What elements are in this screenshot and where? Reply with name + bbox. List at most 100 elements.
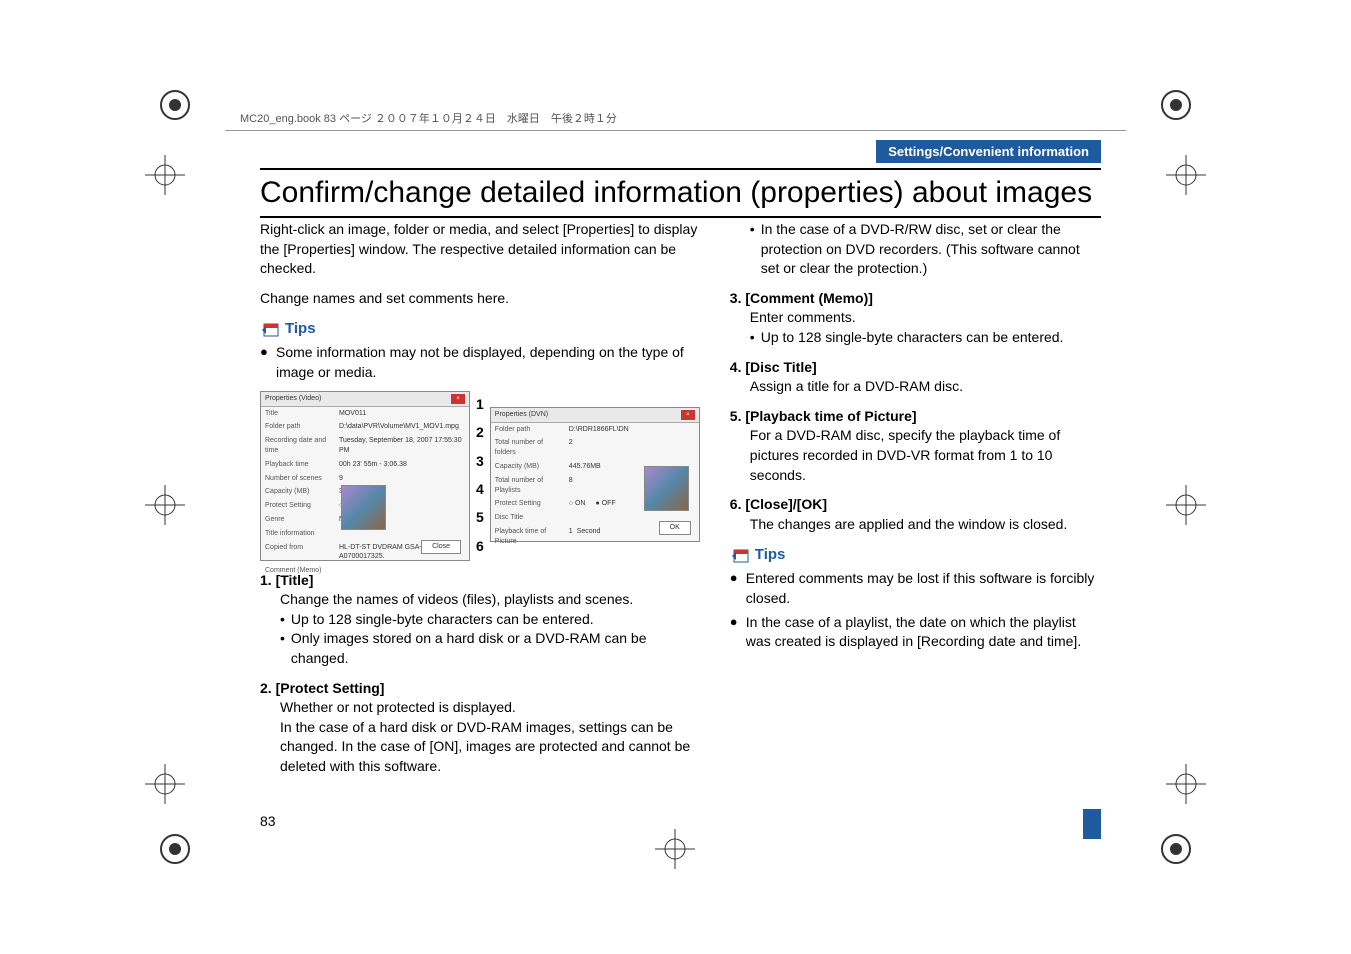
bullet-icon: ●: [730, 569, 738, 608]
crop-mark: [145, 485, 185, 525]
close-icon[interactable]: ×: [681, 410, 695, 420]
tips-label: Tips: [755, 544, 786, 565]
dialog-titlebar: Properties (Video) ×: [261, 392, 469, 407]
sub-item-text: Up to 128 single-byte characters can be …: [761, 328, 1064, 348]
dialog-title-text: Properties (DVN): [495, 410, 548, 420]
field-label: Capacity (MB): [265, 487, 335, 497]
field-label: Capacity (MB): [495, 462, 565, 472]
field-unit: Second: [577, 527, 601, 547]
field-value: D:\RDR1866FL\DN: [569, 425, 695, 435]
tips-heading: Tips: [730, 544, 1101, 565]
field-value: D:\data\PVR\Volume\MV1_MOV1.mpg: [339, 422, 465, 432]
field-label: Genre: [265, 515, 335, 525]
registration-mark: [1156, 85, 1196, 125]
bullet-icon: [750, 328, 755, 348]
item-2: 2. [Protect Setting] Whether or not prot…: [260, 679, 700, 777]
callout-numbers-left: 1 2 3 4 5 6: [476, 391, 484, 561]
field-label: Folder path: [265, 422, 335, 432]
item-1: 1. [Title] Change the names of videos (f…: [260, 571, 700, 669]
item-title: 4. [Disc Title]: [730, 358, 1101, 378]
field-value: 2: [569, 438, 695, 458]
field-label: Number of scenes: [265, 474, 335, 484]
section-banner: Settings/Convenient information: [876, 140, 1101, 163]
item-6: 6. [Close]/[OK] The changes are applied …: [730, 495, 1101, 534]
tip-item: ● In the case of a playlist, the date on…: [730, 613, 1101, 652]
registration-mark: [155, 829, 195, 869]
field-label: Recording date and time: [265, 436, 335, 456]
dialog-title-text: Properties (Video): [265, 394, 321, 404]
dialog-titlebar: Properties (DVN) ×: [491, 408, 699, 423]
sub-item-text: Only images stored on a hard disk or a D…: [291, 629, 700, 668]
field-label: Playback time: [265, 460, 335, 470]
tip-text: Entered comments may be lost if this sof…: [746, 569, 1101, 608]
crop-mark: [1166, 764, 1206, 804]
header-rule: [225, 130, 1126, 131]
callout-6: 6: [476, 537, 484, 557]
item-title: 3. [Comment (Memo)]: [730, 289, 1101, 309]
field-label: Protect Setting: [265, 501, 335, 511]
field-value[interactable]: 1: [569, 527, 573, 547]
tip-text: Some information may not be displayed, d…: [276, 343, 700, 382]
item-title: 6. [Close]/[OK]: [730, 495, 1101, 515]
item-body: In the case of a hard disk or DVD-RAM im…: [280, 718, 700, 777]
tip-item: ● Entered comments may be lost if this s…: [730, 569, 1101, 608]
bullet-icon: [280, 610, 285, 630]
field-label: Title: [265, 409, 335, 419]
close-button[interactable]: Close: [421, 540, 461, 554]
item-body: Change the names of videos (files), play…: [280, 590, 700, 610]
crop-mark: [145, 155, 185, 195]
close-icon[interactable]: ×: [451, 394, 465, 404]
ok-button[interactable]: OK: [659, 521, 691, 535]
properties-dvn-dialog: Properties (DVN) × Folder path D:\RDR1866…: [490, 407, 700, 542]
callout-2: 2: [476, 423, 484, 443]
field-label: Playback time of Picture: [495, 527, 565, 547]
page-title: Confirm/change detailed information (pro…: [260, 168, 1101, 218]
section-tab: [1083, 809, 1101, 839]
tips-label: Tips: [285, 318, 316, 339]
intro-paragraph: Right-click an image, folder or media, a…: [260, 220, 700, 279]
callout-1: 1: [476, 395, 484, 415]
item-4: 4. [Disc Title] Assign a title for a DVD…: [730, 358, 1101, 397]
callout-4: 4: [476, 480, 484, 500]
tip-text: In the case of a playlist, the date on w…: [746, 613, 1101, 652]
field-label: Protect Setting: [495, 499, 565, 509]
item-3: 3. [Comment (Memo)] Enter comments. Up t…: [730, 289, 1101, 348]
field-label: Total number of Playlists: [495, 476, 565, 496]
left-column: Right-click an image, folder or media, a…: [260, 220, 700, 777]
tip-item: ● Some information may not be displayed,…: [260, 343, 700, 382]
field-value: 9: [339, 474, 465, 484]
page-number: 83: [260, 813, 276, 829]
properties-video-dialog: Properties (Video) × Title MOV011 Folder …: [260, 391, 470, 561]
tips-heading: Tips: [260, 318, 700, 339]
field-label: Copied from: [265, 543, 335, 563]
field-label: Title information: [265, 529, 335, 539]
radio-on[interactable]: ○ ON: [569, 499, 586, 509]
thumbnail-image: [644, 466, 689, 511]
sub-item-text: Up to 128 single-byte characters can be …: [291, 610, 594, 630]
bullet-icon: ●: [730, 613, 738, 652]
item-body: Enter comments.: [750, 308, 1101, 328]
item-body: Whether or not protected is displayed.: [280, 698, 700, 718]
field-label: Folder path: [495, 425, 565, 435]
field-label: Disc Title: [495, 513, 565, 523]
field-value: 00h 23' 55m - 3:06.38: [339, 460, 465, 470]
intro-paragraph: Change names and set comments here.: [260, 289, 700, 309]
field-value[interactable]: MOV011: [339, 409, 465, 419]
thumbnail-image: [341, 485, 386, 530]
bullet-icon: ●: [260, 343, 268, 382]
item-5: 5. [Playback time of Picture] For a DVD-…: [730, 407, 1101, 485]
sub-item-text: In the case of a DVD-R/RW disc, set or c…: [761, 220, 1101, 279]
crop-mark: [1166, 155, 1206, 195]
crop-mark: [145, 764, 185, 804]
right-column: In the case of a DVD-R/RW disc, set or c…: [730, 220, 1101, 777]
bullet-icon: [280, 629, 285, 668]
tips-icon: [730, 546, 750, 564]
field-value: Tuesday, September 18, 2007 17:55:30 PM: [339, 436, 465, 456]
crop-mark: [1166, 485, 1206, 525]
item-title: 2. [Protect Setting]: [260, 679, 700, 699]
screenshot-group: Properties (Video) × Title MOV011 Folder …: [260, 391, 700, 561]
callout-3: 3: [476, 452, 484, 472]
item-body: Assign a title for a DVD-RAM disc.: [750, 377, 1101, 397]
radio-off[interactable]: ● OFF: [595, 499, 615, 509]
registration-mark: [155, 85, 195, 125]
